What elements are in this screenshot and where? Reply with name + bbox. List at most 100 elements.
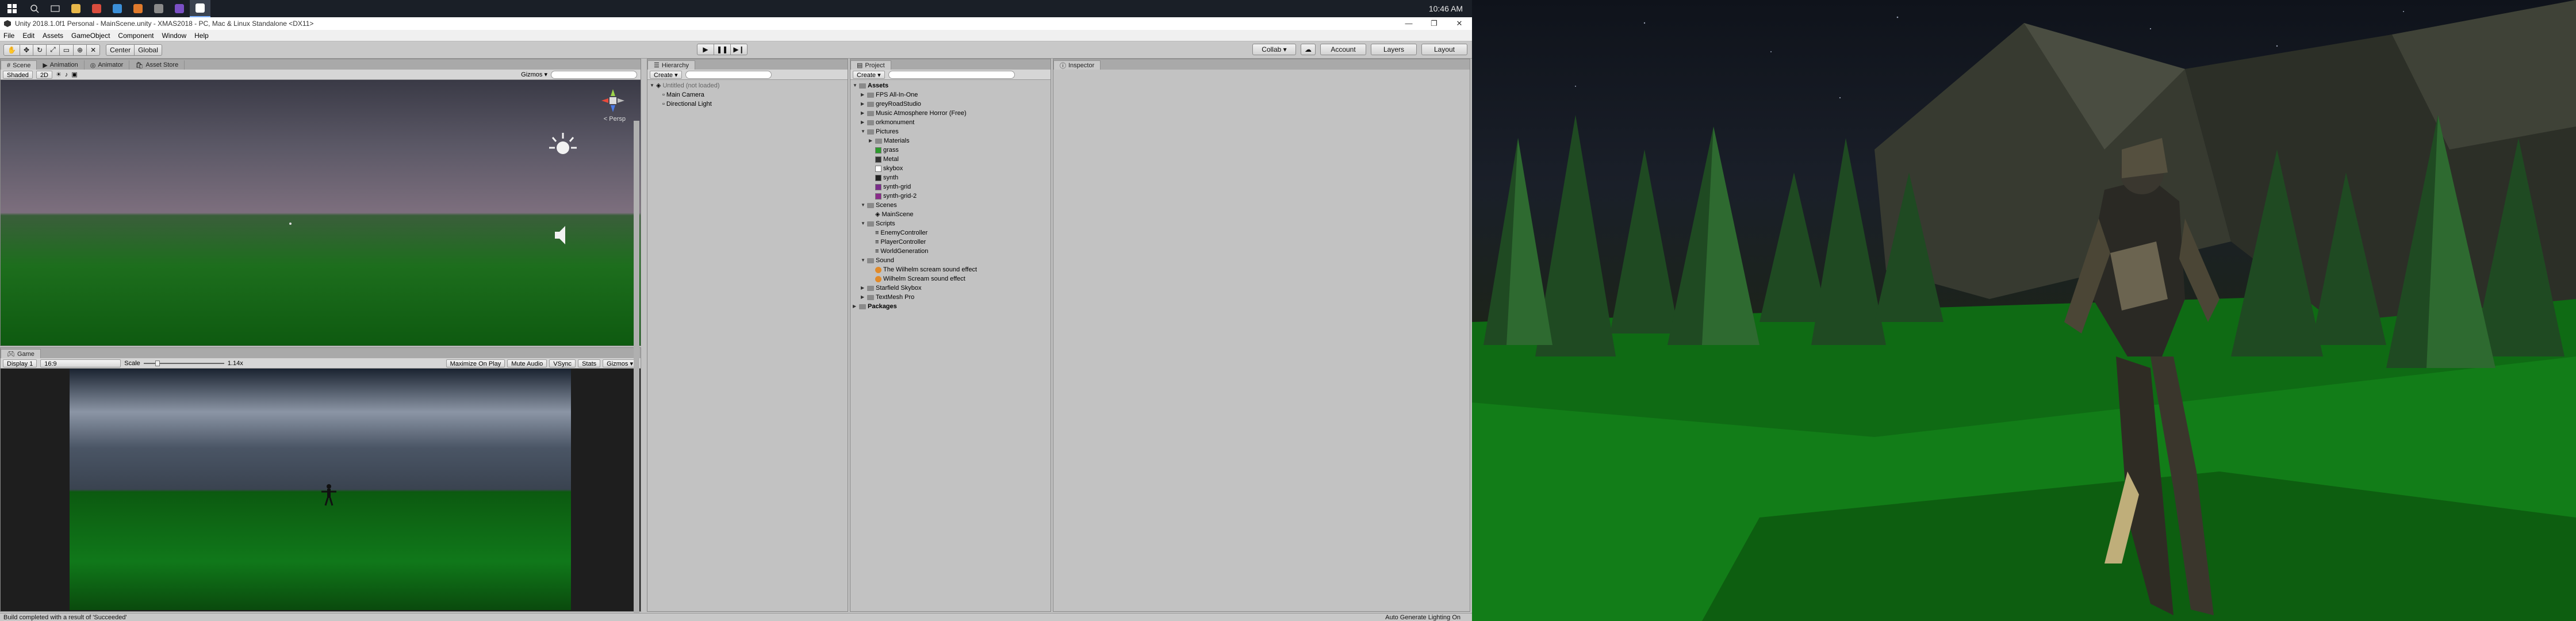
expand-arrow-icon[interactable]: ▶ [861, 90, 865, 99]
tab-hierarchy[interactable]: ☰ Hierarchy [647, 60, 695, 70]
account-dropdown[interactable]: Account [1320, 44, 1366, 55]
tab-project[interactable]: ▤ Project [850, 60, 891, 70]
expand-arrow-icon[interactable]: ▶ [869, 136, 873, 145]
transform-tool-icon[interactable]: ⊕ [73, 44, 87, 56]
hierarchy-create-button[interactable]: Create ▾ [650, 70, 682, 79]
collab-button[interactable]: Collab ▾ [1252, 44, 1296, 55]
project-item[interactable]: ▼ Sound [853, 256, 1048, 265]
project-item[interactable]: synth [853, 173, 1048, 182]
project-item[interactable]: ▶ Starfield Skybox [853, 283, 1048, 293]
tab-inspector[interactable]: ⓘ Inspector [1053, 60, 1101, 70]
menu-window[interactable]: Window [162, 32, 186, 40]
tab-game[interactable]: 🎮︎ Game [1, 349, 41, 358]
menu-file[interactable]: File [3, 32, 14, 40]
step-button-icon[interactable]: ▶❙ [730, 44, 747, 55]
scene-search-input[interactable] [551, 70, 637, 79]
rect-tool-icon[interactable]: ▭ [59, 44, 74, 56]
menu-component[interactable]: Component [118, 32, 154, 40]
game-viewport[interactable] [70, 369, 571, 610]
tab-asset-store[interactable]: 🛍︎ Asset Store [129, 60, 185, 70]
file-explorer-icon[interactable] [66, 0, 86, 17]
maximize-button[interactable]: ❐ [1421, 19, 1447, 28]
hierarchy-item[interactable]: ▫ Main Camera [650, 90, 845, 99]
hierarchy-scene-row[interactable]: ▼ ◈ Untitled (not loaded) [650, 81, 845, 90]
scene-game-scrollbar[interactable] [634, 121, 639, 615]
project-item[interactable]: ▶ Packages [853, 302, 1048, 311]
collapse-arrow-icon[interactable]: ▼ [861, 256, 865, 265]
2d-toggle[interactable]: 2D [36, 70, 52, 79]
custom-tool-icon[interactable]: ✕ [86, 44, 101, 56]
project-item[interactable]: synth-grid-2 [853, 191, 1048, 201]
task-view-icon[interactable] [45, 0, 66, 17]
project-item[interactable]: ≡ PlayerController [853, 237, 1048, 247]
project-item[interactable]: ▶ FPS All-In-One [853, 90, 1048, 99]
game-toggle-stats[interactable]: Stats [578, 359, 601, 367]
project-search-input[interactable] [888, 70, 1015, 79]
project-item[interactable]: grass [853, 145, 1048, 155]
scene-orientation-gizmo-icon[interactable] [600, 88, 626, 113]
scale-slider-handle[interactable] [155, 360, 160, 366]
expand-arrow-icon[interactable]: ▶ [861, 118, 865, 127]
collapse-arrow-icon[interactable]: ▼ [861, 219, 865, 228]
game-toggle-gizmos[interactable]: Gizmos ▾ [603, 359, 637, 367]
tab-scene[interactable]: # Scene [1, 60, 37, 70]
audio-source-icon[interactable] [551, 224, 574, 247]
shading-mode-dropdown[interactable]: Shaded [3, 70, 33, 79]
project-item[interactable]: ▼ Assets [853, 81, 1048, 90]
project-item[interactable]: ≡ WorldGeneration [853, 247, 1048, 256]
hand-tool-icon[interactable]: ✋ [3, 44, 20, 56]
visual-studio-icon[interactable] [169, 0, 190, 17]
menu-edit[interactable]: Edit [22, 32, 34, 40]
collapse-arrow-icon[interactable]: ▼ [853, 81, 857, 90]
rotate-tool-icon[interactable]: ↻ [33, 44, 47, 56]
project-item[interactable]: ▼ Scripts [853, 219, 1048, 228]
scale-slider[interactable] [143, 360, 224, 366]
scale-tool-icon[interactable]: ⤢ [46, 44, 60, 56]
media-icon[interactable] [128, 0, 148, 17]
hierarchy-item[interactable]: ▫ Directional Light [650, 99, 845, 109]
expand-arrow-icon[interactable]: ▶ [861, 109, 865, 118]
expand-arrow-icon[interactable]: ▶ [861, 293, 865, 302]
menu-gameobject[interactable]: GameObject [71, 32, 110, 40]
auto-lighting-status[interactable]: Auto Generate Lighting On [1385, 614, 1460, 621]
project-item[interactable]: ▶ Music Atmosphere Horror (Free) [853, 109, 1048, 118]
pivot-toggle[interactable]: Center [106, 44, 135, 56]
minimize-button[interactable]: — [1396, 19, 1421, 28]
directional-light-icon[interactable] [548, 131, 578, 160]
menu-assets[interactable]: Assets [43, 32, 63, 40]
gizmos-dropdown[interactable]: Gizmos ▾ [521, 71, 547, 78]
terminal-icon[interactable] [148, 0, 169, 17]
project-item[interactable]: Metal [853, 155, 1048, 164]
project-item[interactable]: ▶ greyRoadStudio [853, 99, 1048, 109]
persp-label[interactable]: < Persp [604, 116, 626, 122]
expand-arrow-icon[interactable]: ▼ [650, 81, 654, 90]
search-icon[interactable] [24, 0, 45, 17]
cloud-icon[interactable]: ☁ [1301, 44, 1316, 55]
chrome-icon[interactable] [86, 0, 107, 17]
project-item[interactable]: ▶ orkmonument [853, 118, 1048, 127]
layers-dropdown[interactable]: Layers [1371, 44, 1417, 55]
windows-start-button[interactable] [0, 0, 24, 17]
unity-icon[interactable] [190, 0, 210, 17]
project-item[interactable]: ▼ Scenes [853, 201, 1048, 210]
project-item[interactable]: ▶ Materials [853, 136, 1048, 145]
project-item[interactable]: synth-grid [853, 182, 1048, 191]
game-toggle-mute-audio[interactable]: Mute Audio [507, 359, 547, 367]
layout-dropdown[interactable]: Layout [1421, 44, 1467, 55]
project-item[interactable]: The Wilhelm scream sound effect [853, 265, 1048, 274]
project-item[interactable]: ≡ EnemyController [853, 228, 1048, 237]
taskbar-clock[interactable]: 10:46 AM [1429, 0, 1463, 17]
scene-viewport[interactable]: < Persp [1, 80, 641, 346]
effects-toggle-icon[interactable]: ▣ [71, 71, 77, 78]
play-button-icon[interactable]: ▶ [697, 44, 714, 55]
menu-help[interactable]: Help [194, 32, 209, 40]
tab-animation[interactable]: ▶ Animation [37, 60, 85, 70]
expand-arrow-icon[interactable]: ▶ [861, 99, 865, 109]
project-item[interactable]: ▶ TextMesh Pro [853, 293, 1048, 302]
space-toggle[interactable]: Global [134, 44, 162, 56]
collapse-arrow-icon[interactable]: ▼ [861, 201, 865, 210]
status-message[interactable]: Build completed with a result of 'Succee… [3, 614, 127, 621]
hierarchy-search-input[interactable] [685, 70, 772, 79]
project-item[interactable]: ▼ Pictures [853, 127, 1048, 136]
project-item[interactable]: ◈ MainScene [853, 210, 1048, 219]
